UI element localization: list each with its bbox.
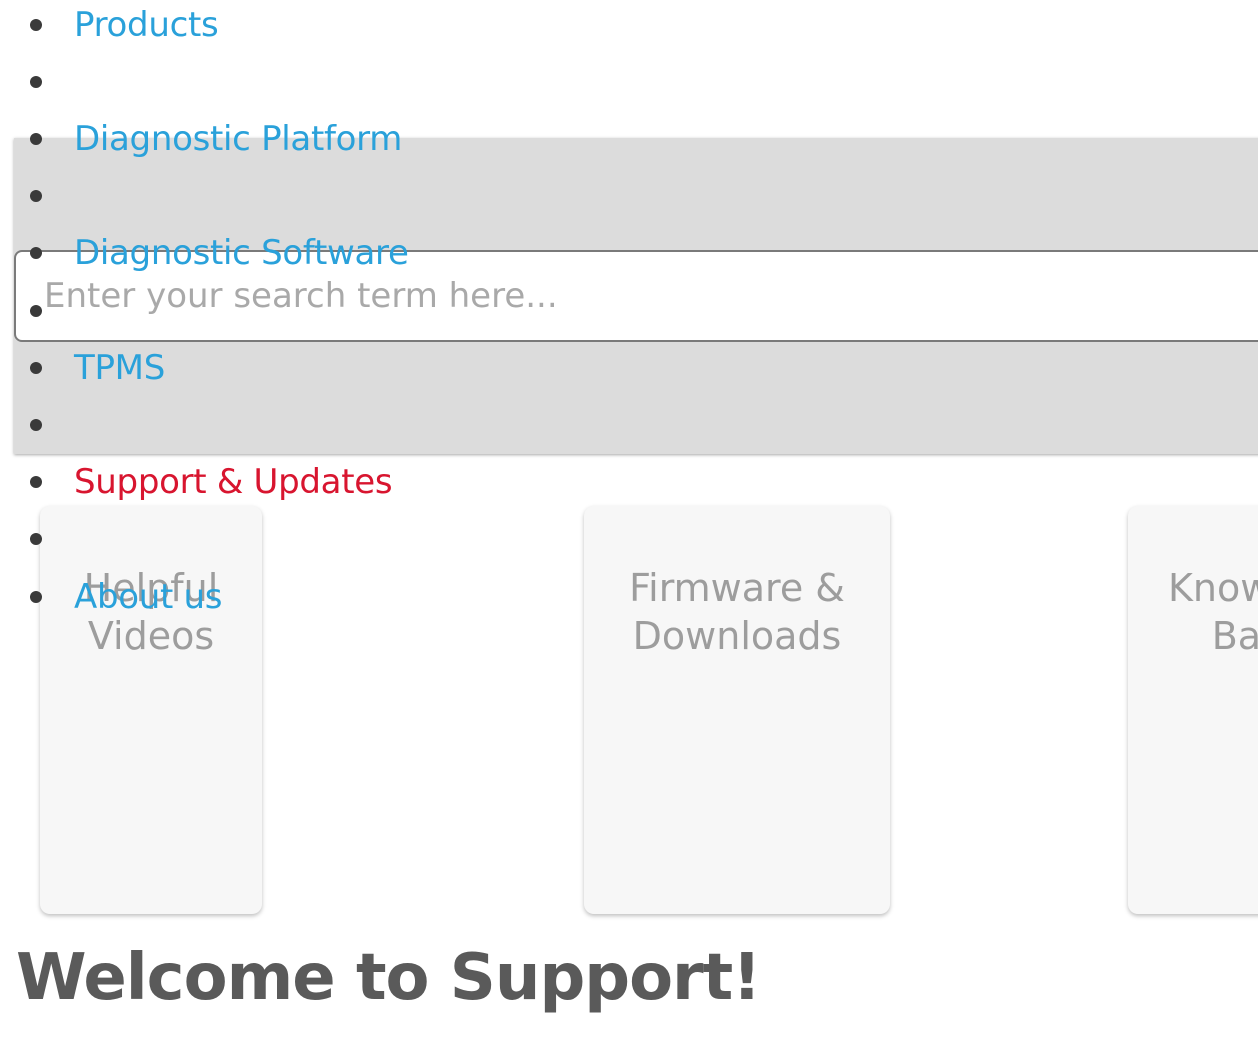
nav-link-support-updates[interactable]: Support & Updates: [74, 458, 393, 506]
card-knowledge-base[interactable]: Knowledge Base: [1128, 506, 1258, 914]
card-firmware-downloads[interactable]: Firmware & Downloads: [584, 506, 890, 914]
card-label: Firmware & Downloads: [629, 566, 845, 658]
bullet-icon: [30, 305, 42, 317]
nav-link-tpms[interactable]: TPMS: [74, 344, 165, 392]
card-label: Knowledge Base: [1168, 566, 1258, 658]
nav-link-about-us[interactable]: About us: [74, 573, 223, 621]
bullet-icon: [30, 476, 42, 488]
bullet-icon: [30, 76, 42, 88]
nav-link-products[interactable]: Products: [74, 1, 219, 49]
bullet-icon: [30, 19, 42, 31]
page-title: Welcome to Support!: [16, 941, 761, 1015]
nav-link-diagnostic-platform[interactable]: Diagnostic Platform: [74, 115, 402, 163]
bullet-icon: [30, 419, 42, 431]
nav-link-diagnostic-software[interactable]: Diagnostic Software: [74, 229, 409, 277]
bullet-icon: [30, 133, 42, 145]
card-helpful-videos[interactable]: Helpful Videos: [40, 506, 262, 914]
bullet-icon: [30, 362, 42, 374]
bullet-icon: [30, 247, 42, 259]
bullet-icon: [30, 591, 42, 603]
page: Helpful Videos Firmware & Downloads Know…: [0, 0, 1258, 1062]
bullet-icon: [30, 190, 42, 202]
bullet-icon: [30, 533, 42, 545]
